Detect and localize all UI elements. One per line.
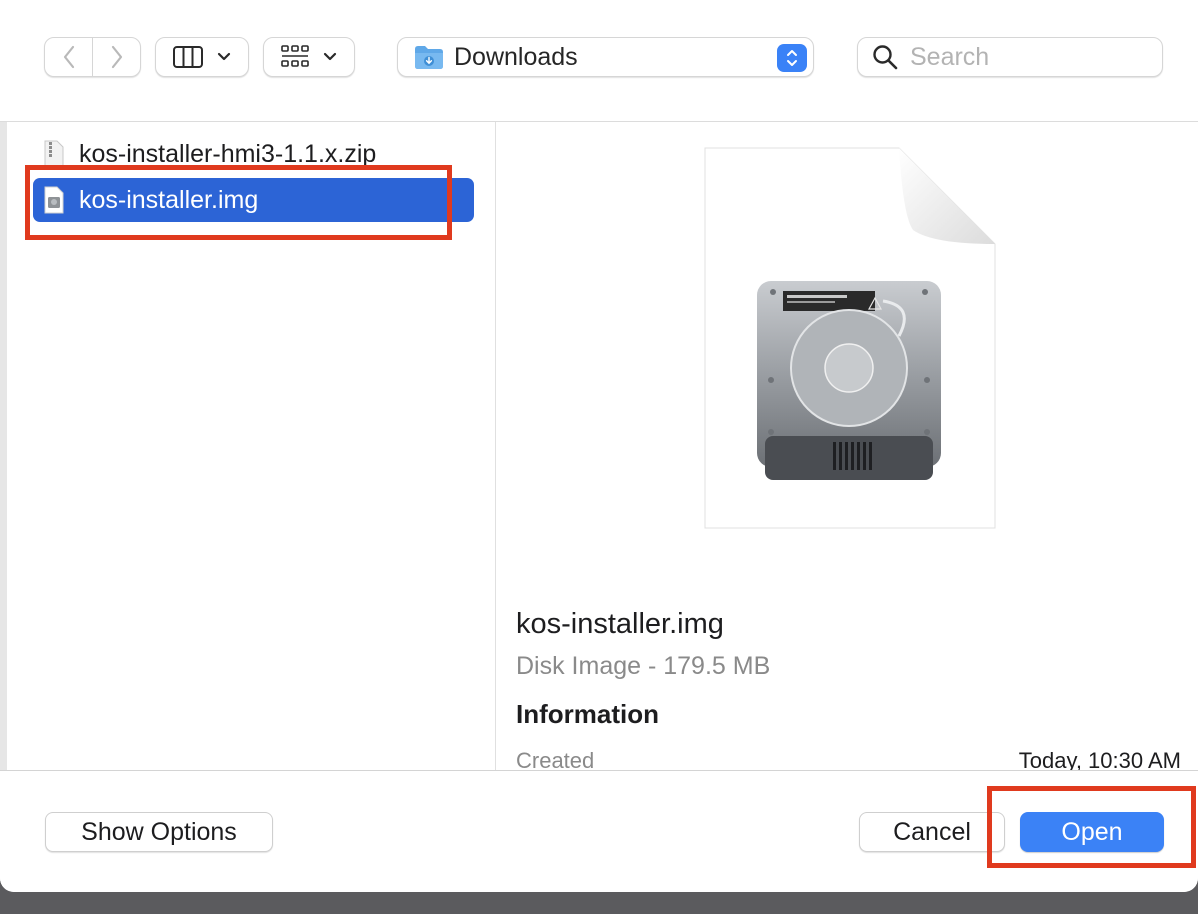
location-label: Downloads xyxy=(454,42,578,71)
annotation-highlight-selected-file xyxy=(25,165,452,240)
view-mode-button[interactable] xyxy=(155,37,249,77)
show-options-button[interactable]: Show Options xyxy=(45,812,273,852)
toolbar: Downloads xyxy=(0,0,1198,122)
search-field[interactable] xyxy=(857,37,1163,77)
location-popup[interactable]: Downloads xyxy=(397,37,814,77)
stepper-icon xyxy=(787,50,797,66)
navigation-buttons xyxy=(44,37,141,77)
group-grid-icon xyxy=(281,45,309,67)
search-input[interactable] xyxy=(908,41,1152,73)
back-button[interactable] xyxy=(45,38,93,76)
search-icon xyxy=(873,45,898,70)
column-view-icon xyxy=(173,46,203,68)
window-edge xyxy=(0,0,7,892)
chevron-right-icon xyxy=(111,45,122,69)
annotation-highlight-open-button xyxy=(987,786,1196,868)
chevron-down-icon xyxy=(217,52,231,61)
group-by-button[interactable] xyxy=(263,37,355,77)
chevron-left-icon xyxy=(63,45,74,69)
open-file-dialog: Downloads kos-installer-hmi3-1.1.x.zip xyxy=(0,0,1198,892)
chevron-down-icon xyxy=(323,52,337,61)
forward-button[interactable] xyxy=(93,38,140,76)
location-stepper[interactable] xyxy=(777,44,807,72)
cancel-button[interactable]: Cancel xyxy=(859,812,1005,852)
downloads-folder-icon xyxy=(415,46,443,69)
created-label: Created xyxy=(516,748,595,770)
zip-file-icon xyxy=(44,140,64,168)
preview-file-name: kos-installer.img xyxy=(516,608,724,640)
preview-file-kind: Disk Image - 179.5 MB xyxy=(516,652,771,680)
information-heading: Information xyxy=(516,699,659,729)
preview-pane: kos-installer.img Disk Image - 179.5 MB … xyxy=(496,122,1198,770)
created-value: Today, 10:30 AM xyxy=(1018,748,1181,770)
hard-disk-image-icon xyxy=(704,147,996,529)
